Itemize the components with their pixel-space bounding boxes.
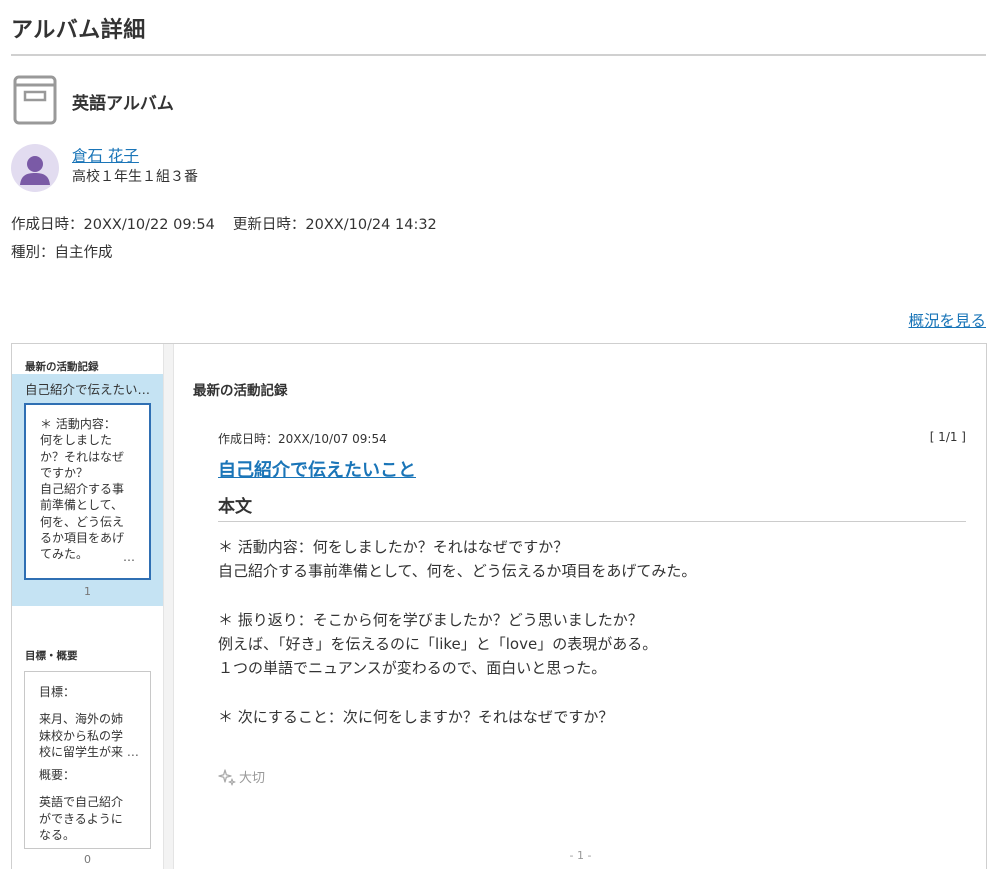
album-book-icon bbox=[13, 75, 57, 125]
goal-line-text: 校に留学生が来 bbox=[39, 744, 124, 759]
important-label: 大切 bbox=[239, 771, 266, 786]
preview-line: 自己紹介する事 bbox=[40, 482, 125, 497]
entry-created-date: 作成日時：20XX/10/07 09:54 bbox=[218, 432, 387, 446]
goal-line: 校に留学生が来 … bbox=[39, 744, 142, 760]
goal-ellipsis: … bbox=[126, 744, 139, 759]
user-avatar-icon bbox=[11, 144, 59, 192]
preview-ellipsis: … bbox=[123, 549, 135, 564]
pager: - 1 - bbox=[569, 849, 592, 862]
body-divider bbox=[218, 521, 966, 522]
body-line: １つの単語でニュアンスが変わるので、面白いと思った。 bbox=[218, 659, 607, 678]
sidebar-latest-heading: 最新の活動記録 bbox=[25, 361, 99, 373]
preview-line: ですか？ bbox=[40, 465, 89, 480]
page-title: アルバム詳細 bbox=[11, 18, 146, 43]
body-blank-line bbox=[218, 681, 978, 705]
album-content-panel: 最新の活動記録 自己紹介で伝えたいこと ＊ 活動内容： 何をしました か？それは… bbox=[11, 343, 987, 869]
sidebar-preview-card[interactable]: ＊ 活動内容： 何をしました か？それはなぜ ですか？ 自己紹介する事 前準備と… bbox=[24, 403, 151, 580]
body-line: ＊ 振り返り：そこから何を学びましたか？どう思いましたか？ bbox=[218, 610, 643, 629]
summary-label: 概要： bbox=[39, 768, 76, 783]
goals-card[interactable]: 目標： 来月、海外の姉 妹校から私の学 校に留学生が来 … 概要： 英語で自己紹… bbox=[24, 671, 151, 849]
owner-class-info: 高校１年生１組３番 bbox=[72, 169, 198, 185]
sparkle-icon bbox=[218, 768, 236, 786]
sidebar-splitter[interactable] bbox=[163, 344, 174, 869]
sidebar-item-title: 自己紹介で伝えたいこと bbox=[25, 382, 155, 397]
entry-title-link[interactable]: 自己紹介で伝えたいこと bbox=[218, 456, 416, 482]
goals-count: 0 bbox=[84, 853, 91, 866]
sidebar-item-selected[interactable]: 自己紹介で伝えたいこと ＊ 活動内容： 何をしました か？それはなぜ ですか？ … bbox=[12, 374, 163, 606]
preview-line: か？それはなぜ bbox=[40, 449, 125, 464]
important-button[interactable]: 大切 bbox=[218, 767, 265, 786]
summary-line: ができるように bbox=[39, 811, 123, 826]
owner-name-link[interactable]: 倉石 花子 bbox=[72, 144, 139, 166]
album-type: 種別：自主作成 bbox=[11, 245, 113, 261]
preview-line: 何をしました bbox=[40, 433, 113, 448]
goal-label: 目標： bbox=[39, 685, 76, 699]
preview-line: るか項目をあげ bbox=[40, 531, 125, 546]
summary-text: 英語で自己紹介 ができるように なる。 bbox=[39, 794, 142, 843]
preview-line: 前準備として、 bbox=[40, 498, 124, 513]
body-line: 例えば、「好き」を伝えるのに「like」と「love」の表現がある。 bbox=[218, 635, 658, 654]
body-line: ＊ 次にすること：次に何をしますか？それはなぜですか？ bbox=[218, 708, 614, 727]
summary-line: なる。 bbox=[39, 828, 76, 843]
entry-page-indicator: [ 1/1 ] bbox=[929, 430, 966, 444]
preview-line: ＊ 活動内容： bbox=[40, 417, 116, 431]
body-line: ＊ 活動内容：何をしましたか？それはなぜですか？ bbox=[218, 538, 569, 556]
summary-line: 英語で自己紹介 bbox=[39, 795, 124, 810]
goal-line: 来月、海外の姉 bbox=[39, 712, 124, 727]
goal-line: 妹校から私の学 bbox=[39, 728, 124, 743]
body-line: 自己紹介する事前準備として、何を、どう伝えるか項目をあげてみた。 bbox=[218, 562, 697, 581]
main-heading: 最新の活動記録 bbox=[193, 383, 288, 399]
entry-main: 最新の活動記録 作成日時：20XX/10/07 09:54 [ 1/1 ] 自己… bbox=[175, 344, 986, 869]
created-datetime: 作成日時：20XX/10/22 09:54 bbox=[11, 217, 215, 233]
album-sidebar: 最新の活動記録 自己紹介で伝えたいこと ＊ 活動内容： 何をしました か？それは… bbox=[12, 344, 163, 869]
title-divider bbox=[11, 54, 986, 56]
body-label: 本文 bbox=[218, 497, 252, 517]
goal-text: 来月、海外の姉 妹校から私の学 校に留学生が来 … bbox=[39, 711, 142, 760]
body-blank-line bbox=[218, 584, 978, 608]
album-timestamps: 作成日時：20XX/10/22 09:54 更新日時：20XX/10/24 14:… bbox=[11, 213, 437, 234]
album-name: 英語アルバム bbox=[72, 94, 174, 114]
preview-line: 何を、どう伝え bbox=[40, 514, 125, 529]
sidebar-goals-heading: 目標・概要 bbox=[25, 650, 78, 662]
updated-datetime: 更新日時：20XX/10/24 14:32 bbox=[232, 217, 437, 233]
entry-body: ＊ 活動内容：何をしましたか？それはなぜですか？ 自己紹介する事前準備として、何… bbox=[218, 535, 978, 729]
sidebar-item-count: 1 bbox=[84, 585, 91, 598]
overview-link[interactable]: 概況を見る bbox=[908, 309, 986, 331]
